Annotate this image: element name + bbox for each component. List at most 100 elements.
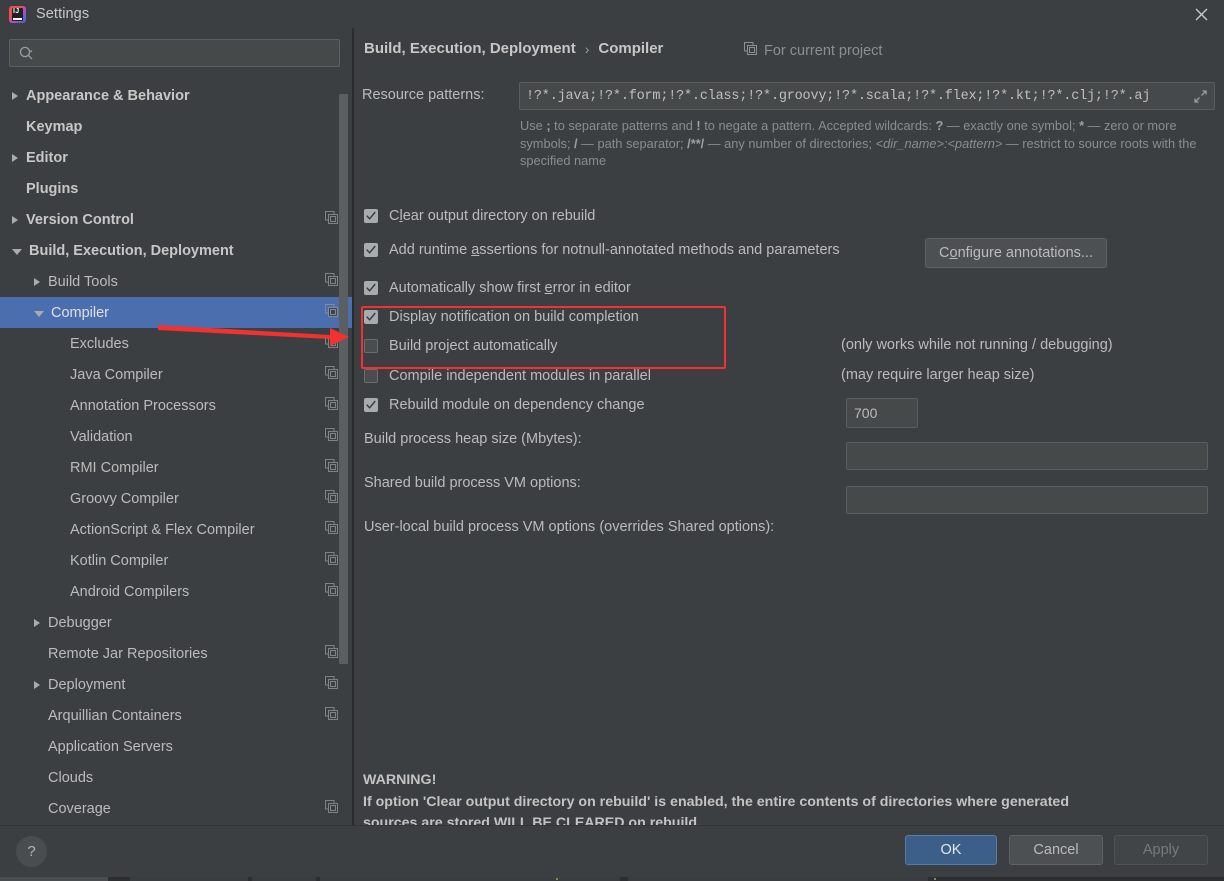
settings-tree[interactable]: Appearance & Behavior Keymap Editor Plugins…: [0, 80, 352, 825]
sidebar-item-deployment[interactable]: Deployment: [0, 669, 352, 700]
project-scope-icon: [744, 42, 757, 59]
resource-patterns-field[interactable]: [519, 82, 1215, 110]
intellij-logo-icon: IJ: [9, 5, 26, 23]
os-taskbar-strip: [0, 877, 1224, 881]
ok-button[interactable]: OK: [905, 835, 997, 865]
sidebar-item-label: Compiler: [51, 304, 110, 321]
close-icon[interactable]: [1178, 0, 1224, 28]
help-button[interactable]: ?: [16, 836, 47, 867]
sidebar-item-clouds[interactable]: Clouds: [0, 762, 352, 793]
sidebar-item-annotation-processors[interactable]: Annotation Processors: [0, 390, 352, 421]
sidebar-item-label: Android Compilers: [70, 583, 190, 600]
sidebar-item-debugger[interactable]: Debugger: [0, 607, 352, 638]
configure-annotations-button[interactable]: Configure annotations...: [925, 238, 1107, 268]
checkbox-clear-output-directory-on-rebuild[interactable]: [364, 209, 378, 223]
project-scope-icon: [325, 210, 338, 229]
shared-vm-options-input[interactable]: [846, 442, 1208, 470]
sidebar-item-label: Appearance & Behavior: [26, 87, 190, 104]
sidebar-item-label: Debugger: [48, 614, 112, 631]
warning-title: WARNING!: [363, 772, 437, 788]
sidebar-item-label: Arquillian Containers: [48, 707, 182, 724]
user-vm-options-label: User-local build process VM options (ove…: [364, 519, 775, 535]
chevron-right-icon[interactable]: [12, 153, 18, 162]
checkbox-row-automatically-show-first-error[interactable]: Automatically show first error in editor: [364, 280, 631, 296]
sidebar-item-kotlin-compiler[interactable]: Kotlin Compiler: [0, 545, 352, 576]
sidebar-item-coverage[interactable]: Coverage: [0, 793, 352, 824]
checkbox-label-add-runtime-assertions: Add runtime assertions for notnull-annot…: [389, 242, 840, 258]
chevron-right-icon[interactable]: [34, 277, 40, 286]
checkbox-row-display-notification-on-build-completion[interactable]: Display notification on build completion: [364, 309, 639, 325]
project-scope-icon: [325, 799, 338, 818]
sidebar-item-plugins[interactable]: Plugins: [0, 173, 352, 204]
sidebar-item-actionscript-flex-compiler[interactable]: ActionScript & Flex Compiler: [0, 514, 352, 545]
chevron-right-icon[interactable]: [34, 680, 40, 689]
chevron-down-icon[interactable]: [12, 248, 22, 255]
checkbox-row-build-project-automatically[interactable]: Build project automatically: [364, 338, 557, 354]
sidebar-item-label: Plugins: [26, 180, 79, 197]
apply-button[interactable]: Apply: [1114, 835, 1208, 865]
sidebar-item-android-compilers[interactable]: Android Compilers: [0, 576, 352, 607]
project-scope-icon: [325, 675, 338, 694]
checkbox-rebuild-module-on-dependency-change[interactable]: [364, 398, 378, 412]
user-vm-options-input[interactable]: [846, 486, 1208, 514]
for-current-project: For current project: [744, 42, 882, 59]
sidebar-item-appearance-behavior[interactable]: Appearance & Behavior: [0, 80, 352, 111]
sidebar-item-editor[interactable]: Editor: [0, 142, 352, 173]
sidebar-item-label: Groovy Compiler: [70, 490, 179, 507]
sidebar-item-build-execution-deployment[interactable]: Build, Execution, Deployment: [0, 235, 352, 266]
expand-icon[interactable]: [1192, 88, 1209, 105]
sidebar-item-label: Deployment: [48, 676, 126, 693]
checkbox-row-compile-independent-modules-in-parallel[interactable]: Compile independent modules in parallel: [364, 368, 651, 384]
sidebar-scrollbar[interactable]: [339, 80, 348, 825]
project-scope-icon: [325, 551, 338, 570]
sidebar-item-label: Build Tools: [48, 273, 118, 290]
sidebar-item-label: Build, Execution, Deployment: [29, 242, 234, 259]
note-may-require-larger-heap: (may require larger heap size): [841, 367, 1035, 383]
sidebar-item-rmi-compiler[interactable]: RMI Compiler: [0, 452, 352, 483]
checkbox-automatically-show-first-error[interactable]: [364, 281, 378, 295]
sidebar-item-build-tools[interactable]: Build Tools: [0, 266, 352, 297]
resource-patterns-row: Resource patterns:: [362, 82, 1217, 110]
sidebar-item-application-servers[interactable]: Application Servers: [0, 731, 352, 762]
checkbox-row-add-runtime-assertions[interactable]: Add runtime assertions for notnull-annot…: [364, 242, 840, 258]
search-box[interactable]: [9, 39, 340, 67]
sidebar-item-version-control[interactable]: Version Control: [0, 204, 352, 235]
resource-patterns-input[interactable]: [520, 83, 1175, 109]
sidebar-item-label: Annotation Processors: [70, 397, 216, 414]
chevron-right-icon[interactable]: [12, 91, 18, 100]
sidebar-scrollbar-thumb[interactable]: [339, 94, 348, 664]
sidebar-item-java-compiler[interactable]: Java Compiler: [0, 359, 352, 390]
sidebar-item-validation[interactable]: Validation: [0, 421, 352, 452]
sidebar-item-label: Java Compiler: [70, 366, 163, 383]
chevron-right-icon[interactable]: [12, 215, 18, 224]
checkbox-display-notification-on-build-completion[interactable]: [364, 310, 378, 324]
checkbox-add-runtime-assertions[interactable]: [364, 243, 378, 257]
chevron-down-icon[interactable]: [34, 310, 44, 317]
checkbox-build-project-automatically[interactable]: [364, 339, 378, 353]
sidebar-item-arquillian-containers[interactable]: Arquillian Containers: [0, 700, 352, 731]
checkbox-label-rebuild-module-on-dependency-change: Rebuild module on dependency change: [389, 397, 645, 413]
breadcrumb: Build, Execution, Deployment › Compiler: [364, 40, 663, 57]
project-scope-icon: [325, 334, 338, 353]
compiler-settings-panel: Build, Execution, Deployment › Compiler …: [354, 28, 1224, 831]
breadcrumb-root[interactable]: Build, Execution, Deployment: [364, 40, 576, 57]
sidebar-item-label: Coverage: [48, 800, 111, 817]
project-scope-icon: [325, 489, 338, 508]
chevron-right-icon[interactable]: [34, 618, 40, 627]
project-scope-icon: [325, 365, 338, 384]
sidebar-item-compiler[interactable]: Compiler: [0, 297, 352, 328]
checkbox-row-rebuild-module-on-dependency-change[interactable]: Rebuild module on dependency change: [364, 397, 645, 413]
heap-size-input[interactable]: [846, 398, 918, 428]
project-scope-icon: [325, 582, 338, 601]
sidebar-item-keymap[interactable]: Keymap: [0, 111, 352, 142]
search-input[interactable]: [9, 39, 340, 67]
checkbox-label-compile-independent-modules-in-parallel: Compile independent modules in parallel: [389, 368, 651, 384]
checkbox-compile-independent-modules-in-parallel[interactable]: [364, 369, 378, 383]
checkbox-row-clear-output-directory-on-rebuild[interactable]: Clear output directory on rebuild: [364, 208, 595, 224]
sidebar-item-remote-jar-repositories[interactable]: Remote Jar Repositories: [0, 638, 352, 669]
cancel-button[interactable]: Cancel: [1009, 835, 1103, 865]
sidebar-item-groovy-compiler[interactable]: Groovy Compiler: [0, 483, 352, 514]
sidebar-item-excludes[interactable]: Excludes: [0, 328, 352, 359]
breadcrumb-leaf: Compiler: [598, 40, 664, 57]
sidebar-item-label: Editor: [26, 149, 68, 166]
